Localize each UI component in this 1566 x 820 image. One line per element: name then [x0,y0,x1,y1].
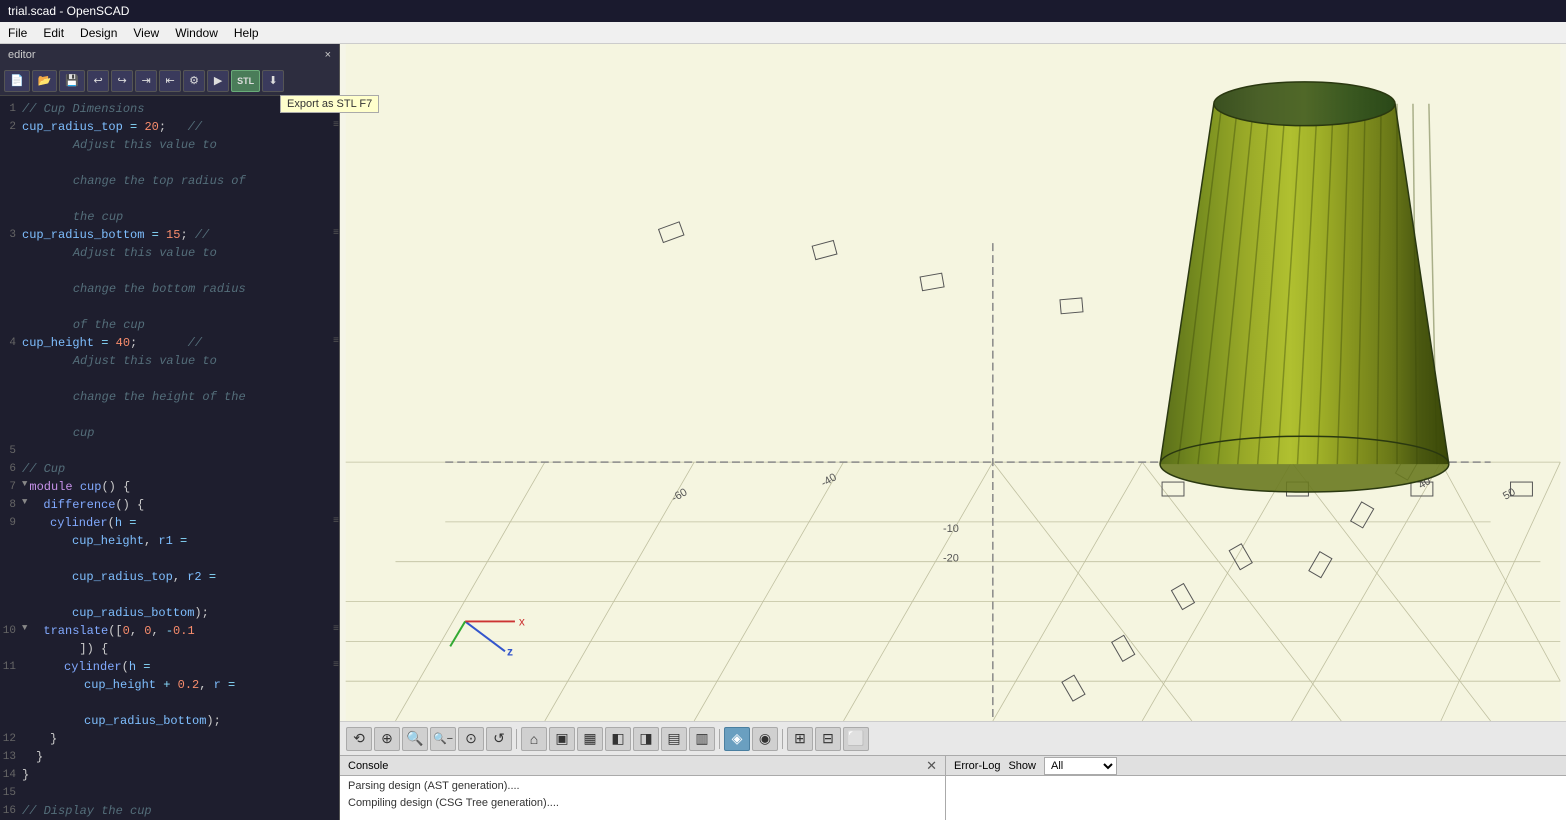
code-line-2: 2 cup_radius_top = 20; // Adjust this va… [0,118,339,226]
titlebar: trial.scad - OpenSCAD [0,0,1566,22]
export-btn2[interactable]: ⬇ [262,70,284,92]
stl-tooltip: Export as STL F7 [280,95,379,113]
code-line-8: 8 ▼ difference() { [0,496,339,514]
error-log-title: Error-Log [954,760,1000,772]
console-title: Console [348,760,388,772]
export-stl-btn[interactable]: STL [231,70,260,92]
view-right-btn[interactable]: ◨ [633,727,659,751]
crosshairs-btn[interactable]: ⊟ [815,727,841,751]
menu-design[interactable]: Design [72,24,125,42]
menu-file[interactable]: File [0,24,35,42]
code-line-14: 14 } [0,766,339,784]
svg-text:-10: -10 [943,523,959,535]
redo-btn[interactable]: ↪ [111,70,133,92]
error-filter-select[interactable]: All Warnings Errors [1044,757,1117,775]
console-line-1: Parsing design (AST generation).... [348,778,937,795]
editor-panel: editor × 📄 📂 💾 ↩ ↪ ⇥ ⇤ ⚙ ▶ STL ⬇ Export … [0,44,340,820]
reset-view-btn[interactable]: ⟲ [346,727,372,751]
zoom-out-btn[interactable]: 🔍− [430,727,456,751]
code-line-15: 15 [0,784,339,802]
svg-text:x: x [519,614,525,628]
code-line-11: 11 cylinder(h = cup_height + 0.2, r = cu… [0,658,339,730]
compile-btn[interactable]: ⚙ [183,70,205,92]
main-layout: editor × 📄 📂 💾 ↩ ↪ ⇥ ⇤ ⚙ ▶ STL ⬇ Export … [0,44,1566,820]
editor-titlebar: editor × [0,44,339,66]
view-back-btn[interactable]: ▥ [689,727,715,751]
title-text: trial.scad - OpenSCAD [8,4,129,18]
open-file-btn[interactable]: 📂 [32,70,58,92]
editor-title: editor [8,49,36,61]
code-line-6: 6 // Cup [0,460,339,478]
code-line-16: 16 // Display the cup [0,802,339,820]
console-line-2: Compiling design (CSG Tree generation)..… [348,795,937,812]
code-line-12: 12 } [0,730,339,748]
code-line-13: 13 } [0,748,339,766]
view-toolbar: ⟲ ⊕ 🔍 🔍− ⊙ ↺ ⌂ ▣ ▦ ◧ ◨ ▤ ▥ ◈ ◉ ⊞ ⊟ ⬜ [340,721,1566,755]
code-line-4: 4 cup_height = 40; // Adjust this value … [0,334,339,442]
unindent-btn[interactable]: ⇤ [159,70,181,92]
toolbar-separator-1 [516,729,517,749]
code-editor[interactable]: 1 // Cup Dimensions 2 cup_radius_top = 2… [0,96,339,820]
console-content: Parsing design (AST generation).... Comp… [340,776,945,820]
toolbar-separator-3 [782,729,783,749]
view-panel: -60 -40 40 50 -10 -20 [340,44,1566,820]
new-file-btn[interactable]: 📄 [4,70,30,92]
axes-toggle-btn[interactable]: ⊞ [787,727,813,751]
error-log-panel: Error-Log Show All Warnings Errors [946,756,1566,820]
undo-btn[interactable]: ↩ [87,70,109,92]
zoom-all-btn[interactable]: ⊙ [458,727,484,751]
code-line-5: 5 [0,442,339,460]
error-log-content [946,776,1566,820]
code-line-9: 9 cylinder(h = cup_height, r1 = cup_radi… [0,514,339,622]
error-log-header: Error-Log Show All Warnings Errors [946,756,1566,776]
code-line-7: 7 ▼ module cup() { [0,478,339,496]
svg-text:z: z [507,644,513,658]
error-show-label: Show [1008,760,1036,772]
zoom-in-btn[interactable]: 🔍 [402,727,428,751]
console-panel: Console ✕ Parsing design (AST generation… [340,756,946,820]
view-top-btn[interactable]: ▣ [549,727,575,751]
rotate-reset-btn[interactable]: ↺ [486,727,512,751]
menu-edit[interactable]: Edit [35,24,72,42]
editor-toolbar: 📄 📂 💾 ↩ ↪ ⇥ ⇤ ⚙ ▶ STL ⬇ Export as STL F7 [0,66,339,96]
view-3d-btn[interactable]: ◈ [724,727,750,751]
view-ortho-btn[interactable]: ◉ [752,727,778,751]
fit-view-btn[interactable]: ⊕ [374,727,400,751]
view-front-btn[interactable]: ▤ [661,727,687,751]
edges-btn[interactable]: ⬜ [843,727,869,751]
view-left-btn[interactable]: ◧ [605,727,631,751]
code-line-10: 10 ▼ translate([0, 0, -0.1 ]) { ≡ [0,622,339,658]
view-home-btn[interactable]: ⌂ [521,727,547,751]
indent-btn[interactable]: ⇥ [135,70,157,92]
3d-scene: -60 -40 40 50 -10 -20 [340,44,1566,721]
code-line-3: 3 cup_radius_bottom = 15; // Adjust this… [0,226,339,334]
menu-help[interactable]: Help [226,24,267,42]
render-btn[interactable]: ▶ [207,70,229,92]
menu-view[interactable]: View [125,24,167,42]
viewport-3d[interactable]: -60 -40 40 50 -10 -20 [340,44,1566,721]
menubar: File Edit Design View Window Help [0,22,1566,44]
console-close-btn[interactable]: ✕ [926,758,937,774]
menu-window[interactable]: Window [167,24,226,42]
bottom-panels: Console ✕ Parsing design (AST generation… [340,755,1566,820]
save-file-btn[interactable]: 💾 [59,70,85,92]
svg-text:-20: -20 [943,553,959,565]
view-bottom-btn[interactable]: ▦ [577,727,603,751]
editor-close[interactable]: × [325,49,331,61]
toolbar-separator-2 [719,729,720,749]
console-header: Console ✕ [340,756,945,776]
